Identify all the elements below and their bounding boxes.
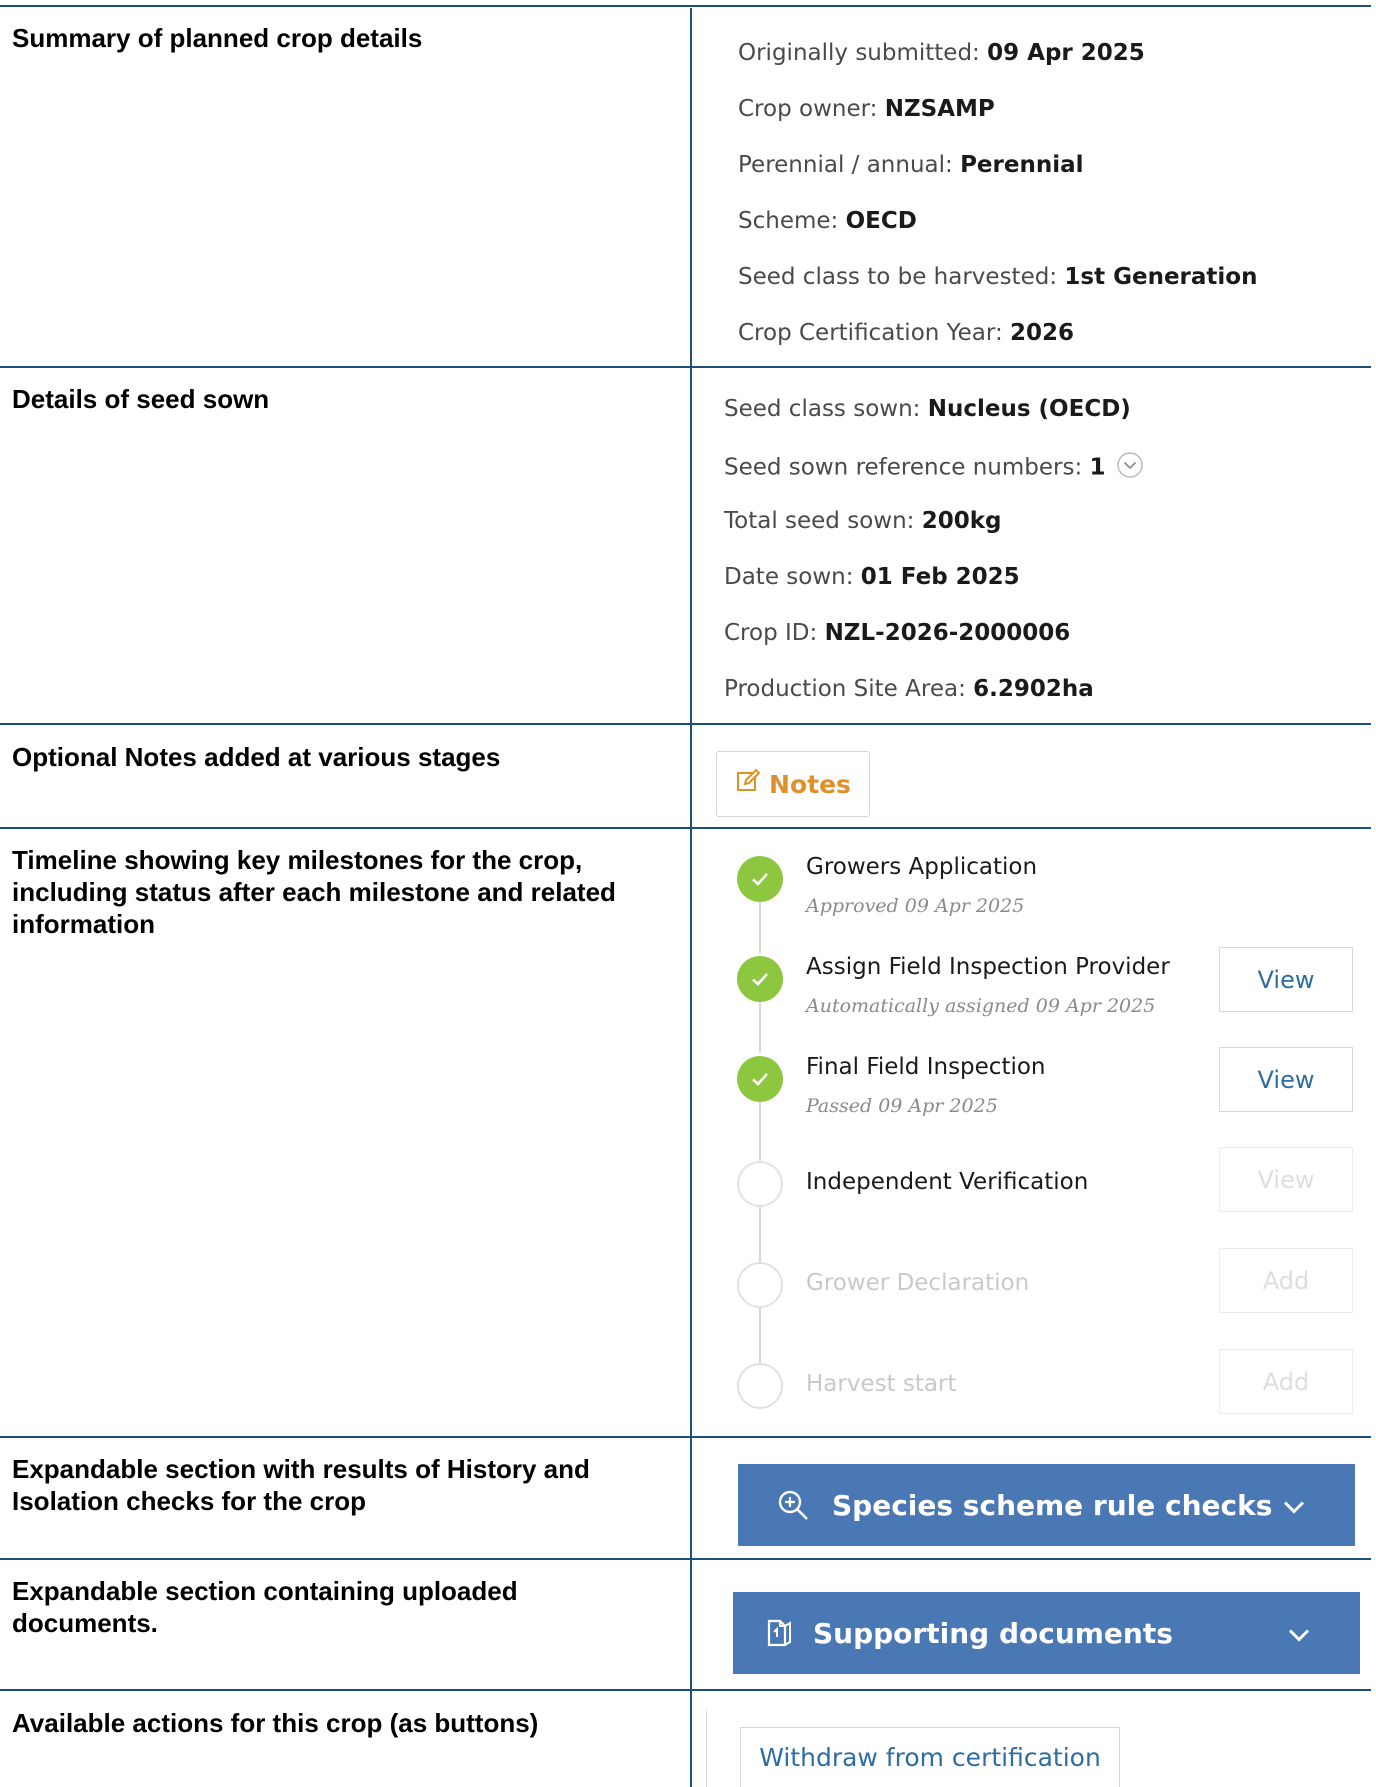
row-border — [0, 827, 1371, 829]
timeline-connector — [759, 902, 761, 953]
withdraw-button[interactable]: Withdraw from certification — [740, 1727, 1120, 1787]
species-checks-expander[interactable]: Species scheme rule checks — [738, 1464, 1355, 1546]
seed-item: Seed class sown: Nucleus (OECD) — [724, 396, 1131, 422]
milestone-title: Harvest start — [806, 1371, 957, 1397]
timeline-connector — [759, 1102, 761, 1161]
timeline-connector — [759, 1308, 761, 1363]
edit-note-icon — [735, 768, 769, 800]
chevron-down-icon — [1283, 1489, 1305, 1522]
milestone-title: Growers Application — [806, 854, 1038, 880]
check-icon — [737, 1056, 783, 1102]
row-label-checks: Expandable section with results of Histo… — [12, 1454, 590, 1516]
row-label-actions: Available actions for this crop (as butt… — [12, 1708, 539, 1738]
chevron-down-icon[interactable] — [1117, 452, 1143, 484]
seed-item: Total seed sown: 200kg — [724, 508, 1002, 534]
notes-button[interactable]: Notes — [716, 751, 870, 817]
supporting-docs-expander[interactable]: Supporting documents — [733, 1592, 1360, 1674]
summary-item: Seed class to be harvested: 1st Generati… — [738, 264, 1258, 290]
row-border — [0, 723, 1371, 725]
document-icon — [763, 1617, 795, 1649]
add-button[interactable]: Add — [1219, 1248, 1353, 1313]
view-button[interactable]: View — [1219, 1047, 1353, 1112]
seed-item: Seed sown reference numbers: 1 — [724, 452, 1143, 484]
view-button[interactable]: View — [1219, 947, 1353, 1012]
milestone-status: Automatically assigned 09 Apr 2025 — [806, 995, 1156, 1017]
milestone-title: Independent Verification — [806, 1169, 1089, 1195]
add-button[interactable]: Add — [1219, 1349, 1353, 1414]
notes-label: Notes — [769, 769, 851, 799]
milestone-title: Grower Declaration — [806, 1270, 1030, 1296]
check-icon — [737, 856, 783, 902]
seed-item: Date sown: 01 Feb 2025 — [724, 564, 1020, 590]
timeline-connector — [759, 1207, 761, 1262]
row-border — [0, 366, 1371, 368]
seed-item: Production Site Area: 6.2902ha — [724, 676, 1094, 702]
zoom-in-icon — [776, 1488, 810, 1522]
check-icon — [737, 956, 783, 1002]
timeline-connector — [759, 1002, 761, 1053]
supporting-docs-label: Supporting documents — [813, 1616, 1173, 1650]
row-border — [0, 1689, 1371, 1691]
summary-item: Originally submitted: 09 Apr 2025 — [738, 40, 1145, 66]
milestone-title: Assign Field Inspection Provider — [806, 954, 1170, 980]
seed-item: Crop ID: NZL-2026-2000006 — [724, 620, 1071, 646]
row-label-documents: Expandable section containing uploaded d… — [12, 1576, 518, 1638]
milestone-status: Approved 09 Apr 2025 — [806, 895, 1025, 917]
summary-item: Scheme: OECD — [738, 208, 917, 234]
pending-circle-icon — [737, 1161, 783, 1207]
species-checks-label: Species scheme rule checks — [832, 1488, 1273, 1522]
row-label-notes: Optional Notes added at various stages — [12, 742, 501, 772]
summary-item: Perennial / annual: Perennial — [738, 152, 1084, 178]
row-border — [0, 1558, 1371, 1560]
actions-panel-edge — [706, 1710, 707, 1787]
summary-item: Crop Certification Year: 2026 — [738, 320, 1075, 346]
chevron-down-icon — [1288, 1617, 1310, 1650]
milestone-title: Final Field Inspection — [806, 1054, 1046, 1080]
pending-circle-icon — [737, 1363, 783, 1409]
row-label-seed: Details of seed sown — [12, 384, 270, 414]
row-label-timeline: Timeline showing key milestones for the … — [12, 845, 616, 939]
view-button[interactable]: View — [1219, 1147, 1353, 1212]
row-border — [0, 1436, 1371, 1438]
summary-item: Crop owner: NZSAMP — [738, 96, 995, 122]
column-divider — [690, 8, 692, 1787]
row-border-top — [0, 5, 1371, 7]
pending-circle-icon — [737, 1262, 783, 1308]
row-label-summary: Summary of planned crop details — [12, 23, 423, 53]
milestone-status: Passed 09 Apr 2025 — [806, 1095, 998, 1117]
